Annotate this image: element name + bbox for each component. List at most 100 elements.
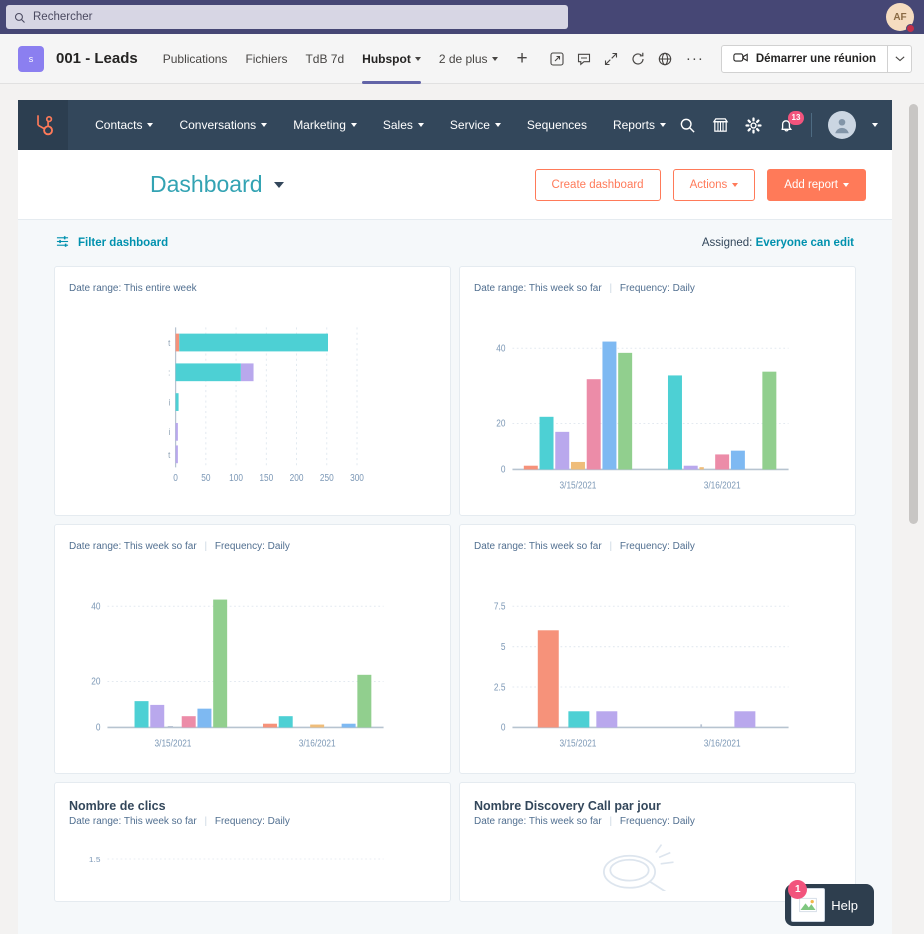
chevron-down-icon	[660, 123, 666, 127]
assigned-value[interactable]: Everyone can edit	[756, 237, 854, 249]
tab-fichiers[interactable]: Fichiers	[236, 34, 296, 84]
nav-label: Marketing	[293, 118, 346, 132]
hubspot-app-frame: Contacts Conversations Marketing Sales S…	[18, 100, 892, 934]
tab-publications[interactable]: Publications	[154, 34, 237, 84]
gear-icon[interactable]	[745, 116, 762, 134]
svg-text:150: 150	[259, 472, 273, 483]
card-title: Nombre Discovery Call par jour	[474, 799, 661, 813]
card-meta: Date range: This week so far | Frequency…	[69, 541, 436, 552]
svg-text:40: 40	[496, 343, 505, 354]
nav-item-sales[interactable]: Sales	[370, 100, 437, 150]
nav-label: Service	[449, 118, 490, 132]
start-meeting-button-group: Démarrer une réunion	[720, 44, 912, 73]
marketplace-icon[interactable]	[712, 117, 729, 134]
frequency-label: Frequency:	[619, 541, 670, 552]
avatar-initials: AF	[893, 11, 907, 23]
chevron-down-icon	[273, 181, 284, 188]
start-meeting-dropdown[interactable]	[887, 45, 911, 72]
actions-button[interactable]: Actions	[672, 168, 756, 201]
report-card-3[interactable]: Date range: This week so far | Frequency…	[54, 524, 451, 774]
report-card-2[interactable]: Date range: This week so far | Frequency…	[459, 266, 856, 516]
open-in-new-icon[interactable]	[549, 51, 565, 67]
teams-channel-header: s 001 - Leads Publications Fichiers TdB …	[0, 34, 924, 84]
chart-6-empty-state	[474, 835, 841, 891]
meta-separator: |	[609, 541, 613, 552]
tab-label: Publications	[162, 51, 228, 66]
nav-label: Conversations	[179, 118, 257, 132]
date-range-value: This week so far	[528, 541, 602, 552]
chevron-down-icon	[417, 123, 424, 127]
chart-3: 40 20 0 3/15/2021 3/16/2021	[69, 577, 436, 763]
chart-2: 40 20 0 3/15/2021 3/16/2021	[474, 319, 841, 505]
refresh-icon[interactable]	[630, 51, 646, 67]
svg-text:2.5: 2.5	[494, 682, 506, 693]
assigned-info: Assigned: Everyone can edit	[702, 237, 854, 249]
nav-divider	[811, 113, 812, 137]
svg-text:0: 0	[501, 464, 506, 475]
nav-item-reports[interactable]: Reports	[600, 100, 679, 150]
tab-tdb-7d[interactable]: TdB 7d	[296, 34, 353, 84]
chevron-down-icon	[147, 123, 154, 127]
globe-icon[interactable]	[657, 51, 673, 67]
frequency-value: Daily	[672, 541, 695, 552]
svg-text:t: t	[168, 337, 171, 348]
hubspot-user-avatar[interactable]	[828, 111, 856, 139]
chevron-down-icon	[732, 182, 739, 187]
chevron-down-icon[interactable]	[872, 123, 878, 127]
meta-separator: |	[609, 816, 613, 827]
add-tab-button[interactable]: +	[507, 49, 538, 68]
dashboard-actions: Create dashboard Actions Add report	[534, 168, 866, 201]
filter-sliders-icon	[56, 235, 69, 251]
report-card-5[interactable]: Nombre de clics Date range: This week so…	[54, 782, 451, 902]
date-range-value: This entire week	[123, 283, 197, 294]
button-label: Actions	[689, 178, 728, 191]
nav-item-contacts[interactable]: Contacts	[82, 100, 166, 150]
frequency-value: Daily	[267, 541, 290, 552]
tab-hubspot[interactable]: Hubspot	[353, 34, 430, 84]
dashboard-filter-row: Filter dashboard Assigned: Everyone can …	[36, 220, 874, 266]
filter-dashboard-button[interactable]: Filter dashboard	[56, 235, 168, 251]
svg-text:250: 250	[320, 472, 334, 483]
tab-bar: Publications Fichiers TdB 7d Hubspot 2 d…	[154, 34, 538, 84]
filter-dashboard-label: Filter dashboard	[78, 237, 169, 249]
nav-item-service[interactable]: Service	[437, 100, 514, 150]
start-meeting-button[interactable]: Démarrer une réunion	[722, 46, 887, 72]
hubspot-logo[interactable]	[18, 100, 69, 150]
chat-icon[interactable]	[576, 51, 592, 67]
card-meta: Date range: This week so far | Frequency…	[474, 541, 841, 552]
assigned-label: Assigned:	[701, 237, 753, 249]
svg-text:200: 200	[290, 472, 304, 483]
nav-label: Contacts	[95, 118, 143, 132]
svg-text:3/15/2021: 3/15/2021	[560, 738, 597, 749]
help-label: Help	[831, 897, 858, 913]
page-scrollbar-thumb[interactable]	[909, 104, 918, 524]
search-box[interactable]	[6, 5, 568, 29]
report-card-1[interactable]: Date range: This entire week t: i i t 0…	[54, 266, 451, 516]
search-input[interactable]	[33, 11, 560, 23]
frequency-value: Daily	[672, 283, 695, 294]
nav-item-conversations[interactable]: Conversations	[166, 100, 280, 150]
date-range-label: Date range:	[474, 816, 527, 827]
more-options-icon[interactable]: ···	[684, 50, 706, 67]
teams-top-bar: AF	[0, 0, 924, 34]
add-report-button[interactable]: Add report	[767, 168, 866, 201]
date-range-value: This week so far	[123, 541, 197, 552]
bell-icon[interactable]: 13	[778, 110, 804, 134]
frequency-value: Daily	[267, 816, 290, 827]
help-widget[interactable]: 1 Help	[785, 880, 874, 926]
tab-more[interactable]: 2 de plus	[430, 34, 507, 84]
expand-icon[interactable]	[603, 51, 619, 67]
start-meeting-label: Démarrer une réunion	[755, 52, 876, 65]
report-card-4[interactable]: Date range: This week so far | Frequency…	[459, 524, 856, 774]
nav-label: Sequences	[526, 118, 587, 132]
dashboard-title-selector[interactable]: Dashboard	[150, 171, 284, 198]
chevron-down-icon	[494, 123, 501, 127]
create-dashboard-button[interactable]: Create dashboard	[534, 168, 661, 201]
nav-item-marketing[interactable]: Marketing	[280, 100, 370, 150]
nav-item-sequences[interactable]: Sequences	[514, 100, 600, 150]
svg-text:0: 0	[173, 472, 178, 483]
hubspot-nav-bar: Contacts Conversations Marketing Sales S…	[18, 100, 892, 150]
tab-label: TdB 7d	[305, 51, 345, 66]
search-icon[interactable]	[679, 117, 696, 134]
hubspot-nav-actions: 13	[679, 110, 892, 139]
